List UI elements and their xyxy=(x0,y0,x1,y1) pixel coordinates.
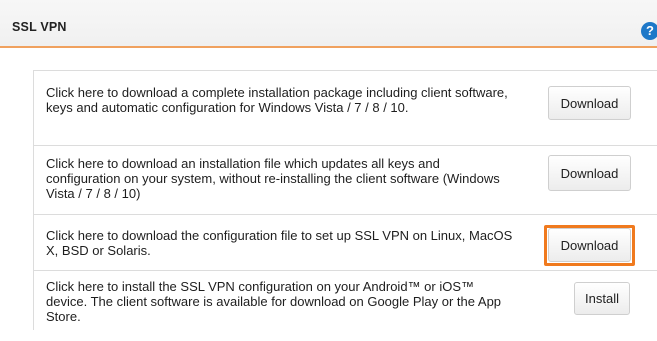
panel-header: SSL VPN ? xyxy=(0,0,657,48)
list-item-update-file: Click here to download an installation f… xyxy=(34,146,657,215)
list-item-mobile-install: Click here to install the SSL VPN config… xyxy=(34,271,657,341)
list-item-config-file: Click here to download the configuration… xyxy=(34,215,657,271)
page-title: SSL VPN xyxy=(12,20,67,34)
download-options-list: Click here to download a complete instal… xyxy=(33,70,657,330)
list-item-description: Click here to download a complete instal… xyxy=(46,85,508,115)
list-item-description: Click here to download the configuration… xyxy=(46,228,513,258)
ssl-vpn-panel: SSL VPN ? Click here to download a compl… xyxy=(0,0,657,330)
list-item-description: Click here to install the SSL VPN config… xyxy=(46,279,502,324)
download-update-file-button[interactable]: Download xyxy=(548,155,631,191)
download-full-package-button[interactable]: Download xyxy=(548,86,631,120)
list-item-description: Click here to download an installation f… xyxy=(46,156,500,201)
download-config-file-button[interactable]: Download xyxy=(548,228,631,262)
help-icon[interactable]: ? xyxy=(641,22,657,40)
install-mobile-button[interactable]: Install xyxy=(574,282,630,315)
list-item-full-package: Click here to download a complete instal… xyxy=(34,71,657,146)
